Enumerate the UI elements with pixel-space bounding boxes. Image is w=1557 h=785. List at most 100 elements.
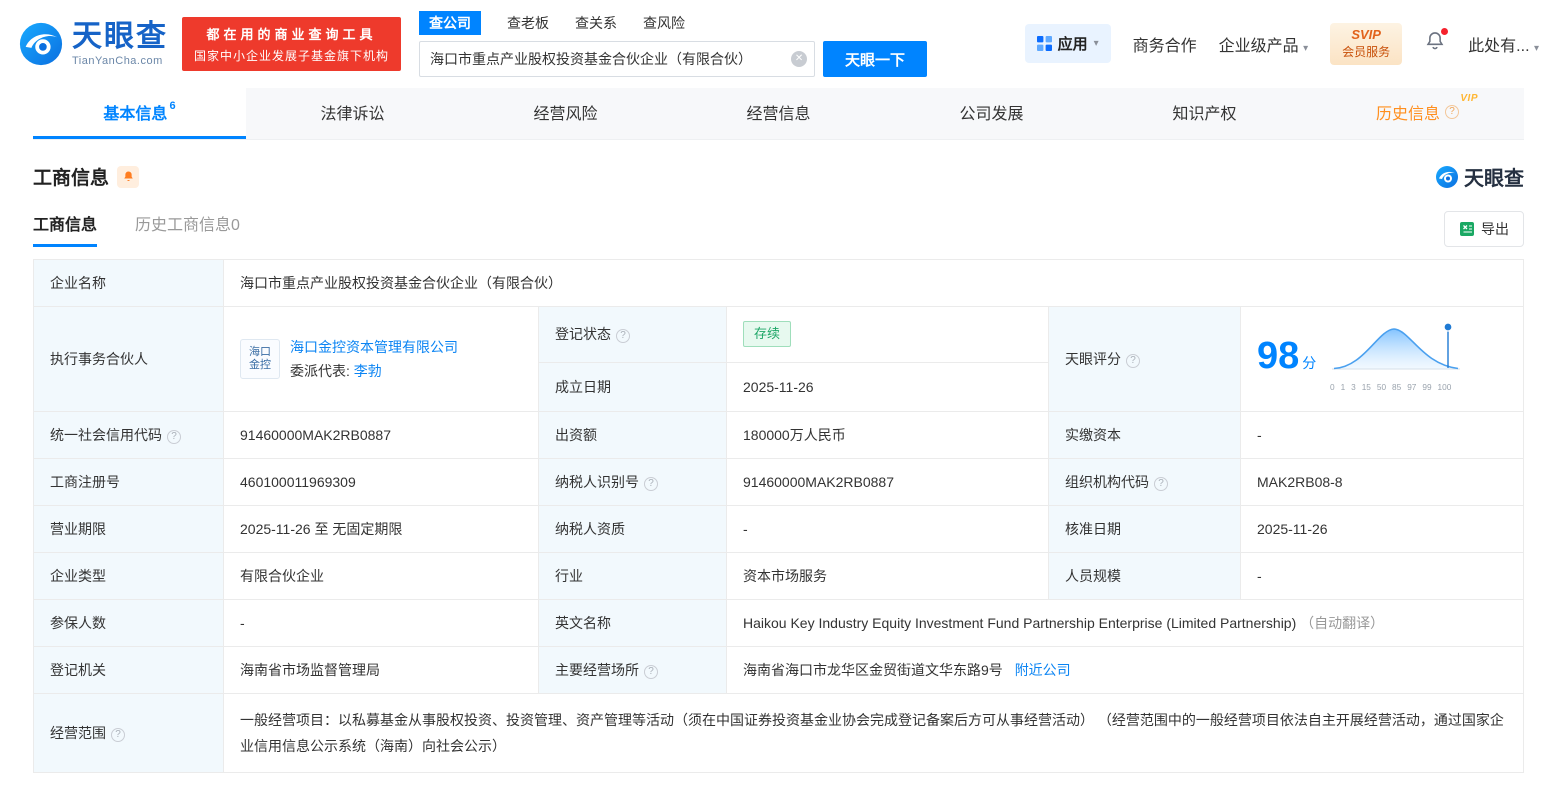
brand-domain: TianYanCha.com [72, 55, 168, 67]
insured-count-value: - [224, 600, 539, 647]
credit-code-value: 91460000MAK2RB0887 [224, 412, 539, 459]
representative-label: 委派代表: [290, 363, 350, 379]
export-button-label: 导出 [1481, 219, 1509, 239]
promo-line2: 国家中小企业发展子基金旗下机构 [194, 47, 389, 64]
credit-code-label: 统一社会信用代码? [34, 412, 224, 459]
row-business-term: 营业期限 2025-11-26 至 无固定期限 纳税人资质 - 核准日期 202… [34, 506, 1524, 553]
staff-size-value: - [1241, 553, 1524, 600]
tab-operation-risk[interactable]: 经营风险 [459, 88, 672, 139]
tab-company-development-label: 公司发展 [959, 100, 1023, 124]
score-number: 98 [1257, 335, 1299, 377]
taxpayer-qualification-value: - [727, 506, 1049, 553]
chevron-down-icon: ▾ [1303, 43, 1308, 54]
org-code-value: MAK2RB08-8 [1241, 459, 1524, 506]
promo-line1: 都在用的商业查询工具 [194, 24, 389, 43]
tianyancha-logo[interactable]: 天眼查 TianYanCha.com [18, 21, 168, 67]
help-icon[interactable]: ? [1445, 105, 1459, 119]
contribution-value: 180000万人民币 [727, 412, 1049, 459]
search-tab-boss[interactable]: 查老板 [507, 11, 549, 35]
paid-capital-label: 实缴资本 [1049, 412, 1241, 459]
subtab-history-business-info[interactable]: 历史工商信息0 [135, 211, 240, 247]
search-tabs: 查公司 查老板 查关系 查风险 [419, 11, 927, 35]
tab-legal-proceedings-label: 法律诉讼 [320, 100, 384, 124]
approval-date-label: 核准日期 [1049, 506, 1241, 553]
nav-enterprise-products-label: 企业级产品 [1219, 38, 1299, 55]
help-icon[interactable]: ? [644, 665, 658, 679]
staff-size-label: 人员规模 [1049, 553, 1241, 600]
subscribe-bell-icon[interactable] [117, 166, 139, 188]
tab-history-info-label: 历史信息 [1376, 100, 1440, 124]
help-icon[interactable]: ? [1126, 354, 1140, 368]
partner-logo[interactable]: 海口 金控 [240, 339, 280, 379]
header-right-nav: 应用 ▾ 商务合作 企业级产品 ▾ SVIP 会员服务 此处有... ▾ [1025, 23, 1539, 65]
tianyancha-logo-icon [18, 21, 64, 67]
business-info-table: 企业名称 海口市重点产业股权投资基金合伙企业（有限合伙） 执行事务合伙人 海口 … [33, 259, 1524, 773]
subtab-history-label: 历史工商信息 [135, 217, 231, 234]
nav-enterprise-products[interactable]: 企业级产品 ▾ [1219, 32, 1309, 56]
svip-member-button[interactable]: SVIP 会员服务 [1330, 23, 1402, 65]
partner-label: 执行事务合伙人 [34, 307, 224, 412]
search-button[interactable]: 天眼一下 [823, 41, 927, 77]
tab-basic-info[interactable]: 基本信息 6 [33, 88, 246, 139]
nearby-companies-link[interactable]: 附近公司 [1015, 662, 1071, 678]
business-term-label: 营业期限 [34, 506, 224, 553]
user-menu[interactable]: 此处有... ▾ [1468, 32, 1539, 56]
industry-value: 资本市场服务 [727, 553, 1049, 600]
row-partner-status: 执行事务合伙人 海口 金控 海口金控资本管理有限公司 委派代表: 李勃 [34, 307, 1524, 363]
score-axis: 0131550859799100 [1330, 378, 1451, 396]
export-button[interactable]: 导出 [1444, 211, 1524, 247]
taxpayer-qualification-label: 纳税人资质 [539, 506, 727, 553]
tab-legal-proceedings[interactable]: 法律诉讼 [246, 88, 459, 139]
search-tab-risk[interactable]: 查风险 [643, 11, 685, 35]
industry-label: 行业 [539, 553, 727, 600]
reg-authority-label: 登记机关 [34, 647, 224, 694]
tab-operation-info[interactable]: 经营信息 [672, 88, 885, 139]
help-icon[interactable]: ? [616, 329, 630, 343]
auto-translate-note: （自动翻译） [1300, 615, 1384, 631]
row-english-name: 参保人数 - 英文名称 Haikou Key Industry Equity I… [34, 600, 1524, 647]
help-icon[interactable]: ? [111, 728, 125, 742]
row-credit-code: 统一社会信用代码? 91460000MAK2RB0887 出资额 180000万… [34, 412, 1524, 459]
subtab-business-info[interactable]: 工商信息 [33, 211, 97, 247]
tab-intellectual-property[interactable]: 知识产权 [1098, 88, 1311, 139]
tianyancha-watermark: 天眼查 [1435, 162, 1524, 191]
search-input[interactable] [419, 41, 815, 77]
top-header: 天眼查 TianYanCha.com 都在用的商业查询工具 国家中小企业发展子基… [0, 0, 1557, 88]
row-company-name: 企业名称 海口市重点产业股权投资基金合伙企业（有限合伙） [34, 260, 1524, 307]
brand-name: 天眼查 [72, 22, 168, 52]
tab-operation-info-label: 经营信息 [746, 100, 810, 124]
tab-company-development[interactable]: 公司发展 [885, 88, 1098, 139]
company-type-label: 企业类型 [34, 553, 224, 600]
partner-value: 海口 金控 海口金控资本管理有限公司 委派代表: 李勃 [224, 307, 539, 412]
paid-capital-value: - [1241, 412, 1524, 459]
nav-business-cooperation[interactable]: 商务合作 [1133, 32, 1197, 56]
search-block: 查公司 查老板 查关系 查风险 ✕ 天眼一下 [419, 11, 927, 77]
notification-bell-icon[interactable] [1424, 30, 1446, 57]
search-tab-relation[interactable]: 查关系 [575, 11, 617, 35]
approval-date-value: 2025-11-26 [1241, 506, 1524, 553]
main-address-label: 主要经营场所? [539, 647, 727, 694]
company-name-label: 企业名称 [34, 260, 224, 307]
apps-button[interactable]: 应用 ▾ [1025, 24, 1111, 63]
clear-icon[interactable]: ✕ [791, 51, 807, 67]
chevron-down-icon: ▾ [1094, 38, 1099, 49]
company-type-value: 有限合伙企业 [224, 553, 539, 600]
help-icon[interactable]: ? [644, 477, 658, 491]
partner-company-link[interactable]: 海口金控资本管理有限公司 [290, 339, 458, 355]
tab-history-info[interactable]: VIP 历史信息 ? [1311, 88, 1524, 139]
score-unit: 分 [1302, 355, 1316, 371]
help-icon[interactable]: ? [1154, 477, 1168, 491]
tianyancha-watermark-icon [1435, 165, 1459, 189]
score-label: 天眼评分? [1049, 307, 1241, 412]
notification-dot [1441, 28, 1448, 35]
row-reg-authority: 登记机关 海南省市场监督管理局 主要经营场所? 海南省海口市龙华区金贸街道文华东… [34, 647, 1524, 694]
help-icon[interactable]: ? [167, 430, 181, 444]
search-tab-company[interactable]: 查公司 [419, 11, 481, 35]
main-nav-tabs: 基本信息 6 法律诉讼 经营风险 经营信息 公司发展 知识产权 VIP 历史信息… [33, 88, 1524, 140]
reg-status-value: 存续 [727, 307, 1049, 363]
taxpayer-id-label: 纳税人识别号? [539, 459, 727, 506]
subtab-history-count: 0 [231, 217, 240, 234]
representative-link[interactable]: 李勃 [354, 363, 382, 379]
reg-number-value: 460100011969309 [224, 459, 539, 506]
tab-basic-info-label: 基本信息 [103, 100, 167, 124]
